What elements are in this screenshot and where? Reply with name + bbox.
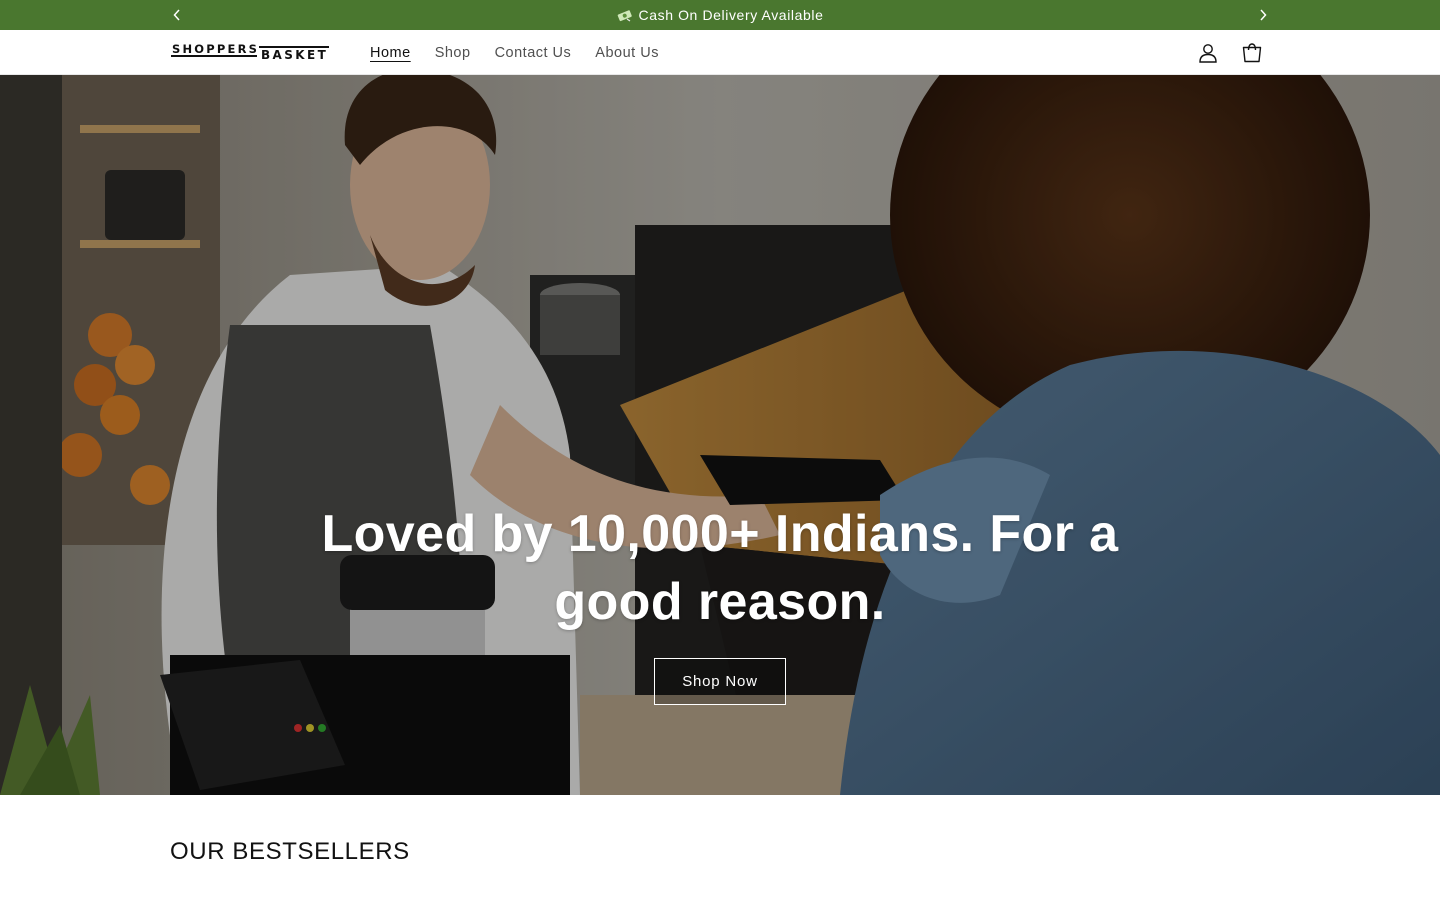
nav-link-shop[interactable]: Shop bbox=[423, 45, 483, 61]
logo-text-basket: BASKET bbox=[261, 48, 329, 62]
cart-icon bbox=[1242, 43, 1262, 63]
announcement-next-button[interactable] bbox=[1248, 0, 1278, 30]
nav-link-about-us[interactable]: About Us bbox=[583, 45, 671, 61]
logo-rule bbox=[171, 55, 257, 57]
site-logo[interactable]: SHOPPERS BASKET bbox=[171, 42, 331, 64]
hero-banner: Loved by 10,000+ Indians. For a good rea… bbox=[0, 75, 1440, 795]
bestsellers-heading: OUR BESTSELLERS bbox=[170, 838, 410, 865]
account-icon bbox=[1199, 44, 1217, 63]
main-nav: Home Shop Contact Us About Us bbox=[358, 30, 671, 75]
site-header: SHOPPERS BASKET Home Shop Contact Us Abo… bbox=[0, 30, 1440, 75]
announcement-prev-button[interactable] bbox=[162, 0, 192, 30]
chevron-right-icon bbox=[1260, 9, 1267, 21]
shop-now-button[interactable]: Shop Now bbox=[654, 658, 786, 705]
announcement-message: Cash On Delivery Available bbox=[617, 7, 824, 23]
nav-link-contact-us[interactable]: Contact Us bbox=[483, 45, 584, 61]
nav-link-home[interactable]: Home bbox=[358, 45, 423, 61]
hero-heading: Loved by 10,000+ Indians. For a good rea… bbox=[321, 505, 1119, 631]
logo-text-shoppers: SHOPPERS bbox=[172, 42, 260, 56]
cart-button[interactable] bbox=[1237, 38, 1267, 68]
announcement-bar: Cash On Delivery Available bbox=[0, 0, 1440, 30]
chevron-left-icon bbox=[173, 9, 180, 21]
money-icon bbox=[617, 10, 632, 22]
announcement-text: Cash On Delivery Available bbox=[638, 7, 824, 23]
account-button[interactable] bbox=[1193, 38, 1223, 68]
